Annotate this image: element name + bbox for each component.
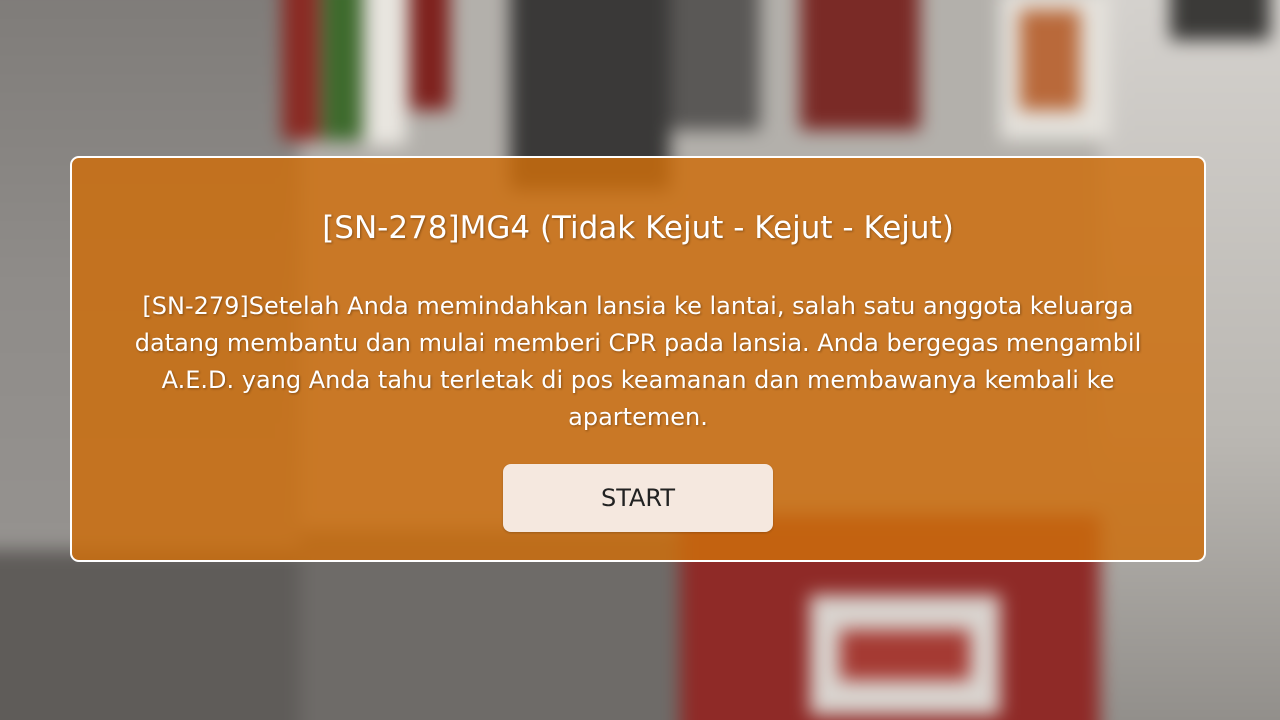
scenario-dialog: [SN-278]MG4 (Tidak Kejut - Kejut - Kejut… [70, 156, 1206, 562]
start-button[interactable]: START [503, 464, 773, 532]
dialog-title: [SN-278]MG4 (Tidak Kejut - Kejut - Kejut… [322, 210, 954, 246]
game-scene-background: [SN-278]MG4 (Tidak Kejut - Kejut - Kejut… [0, 0, 1280, 720]
dialog-description: [SN-279]Setelah Anda memindahkan lansia … [134, 292, 1142, 431]
